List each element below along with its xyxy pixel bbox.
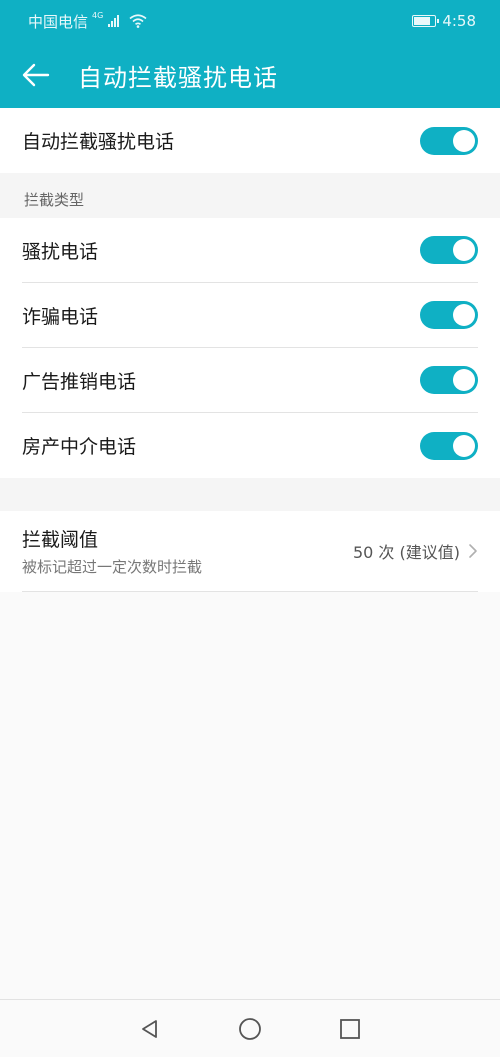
- back-button[interactable]: [22, 55, 62, 95]
- chevron-right-icon: [469, 544, 477, 558]
- battery-icon: [412, 15, 440, 27]
- block-types-header: 拦截类型: [0, 173, 500, 218]
- threshold-subtitle: 被标记超过一定次数时拦截: [22, 558, 203, 576]
- home-circle-icon: [239, 1017, 261, 1040]
- threshold-card: 拦截阈值 被标记超过一定次数时拦截 50 次 (建议值): [0, 511, 500, 592]
- toggle-knob: [453, 304, 475, 326]
- main-switch-toggle[interactable]: [420, 126, 478, 155]
- threshold-value-group: 50 次 (建议值): [353, 539, 478, 563]
- toggle-knob: [453, 369, 475, 391]
- signal-icon: [108, 15, 120, 27]
- nav-home-button[interactable]: [232, 1011, 268, 1047]
- page-title: 自动拦截骚扰电话: [78, 63, 278, 92]
- status-time: 4:58: [442, 12, 476, 30]
- section-spacer: [0, 478, 500, 511]
- screen: 中国电信 4G 4:58 自动拦截骚扰电话 自动拦截骚扰电话 拦截类型 骚扰电话…: [0, 0, 500, 1057]
- block-type-label: 诈骗电话: [22, 305, 99, 328]
- toggle-knob: [453, 129, 475, 152]
- arrow-left-icon: [22, 63, 50, 87]
- battery-fill: [414, 17, 431, 25]
- empty-area: [0, 592, 500, 999]
- block-type-row-harassment: 骚扰电话: [22, 218, 478, 283]
- wifi-icon: [129, 14, 147, 28]
- block-type-row-real-estate: 房产中介电话: [22, 413, 478, 478]
- threshold-title: 拦截阈值: [22, 529, 99, 551]
- app-bar: 自动拦截骚扰电话: [0, 42, 500, 108]
- carrier-name: 中国电信: [28, 12, 89, 31]
- network-type: 4G: [92, 10, 104, 20]
- nav-recents-button[interactable]: [332, 1011, 368, 1047]
- nav-back-button[interactable]: [132, 1011, 168, 1047]
- toggle-knob: [453, 239, 475, 261]
- threshold-text: 拦截阈值 被标记超过一定次数时拦截: [22, 525, 202, 577]
- threshold-value: 50 次 (建议值): [352, 543, 460, 562]
- back-triangle-icon: [142, 1019, 157, 1038]
- block-type-row-advertising: 广告推销电话: [22, 348, 478, 413]
- block-types-card: 骚扰电话 诈骗电话 广告推销电话 房产中介电话: [0, 218, 500, 478]
- block-type-label: 房产中介电话: [22, 436, 137, 458]
- block-type-label: 骚扰电话: [22, 240, 99, 263]
- block-type-row-fraud: 诈骗电话: [22, 283, 478, 348]
- status-left: 中国电信 4G: [28, 11, 147, 32]
- block-type-toggle-fraud[interactable]: [420, 301, 478, 329]
- recents-square-icon: [340, 1018, 360, 1039]
- toggle-knob: [453, 434, 475, 457]
- block-type-toggle-harassment[interactable]: [420, 236, 478, 264]
- status-right: 4:58: [412, 12, 476, 30]
- navigation-bar: [0, 999, 500, 1057]
- main-switch-card: 自动拦截骚扰电话: [0, 108, 500, 173]
- main-switch-row: 自动拦截骚扰电话: [22, 108, 478, 173]
- block-type-toggle-advertising[interactable]: [420, 366, 478, 394]
- block-type-label: 广告推销电话: [22, 370, 137, 393]
- threshold-row[interactable]: 拦截阈值 被标记超过一定次数时拦截 50 次 (建议值): [22, 511, 478, 592]
- main-switch-label: 自动拦截骚扰电话: [22, 131, 175, 153]
- status-bar: 中国电信 4G 4:58: [0, 0, 500, 42]
- block-type-toggle-real-estate[interactable]: [420, 431, 478, 460]
